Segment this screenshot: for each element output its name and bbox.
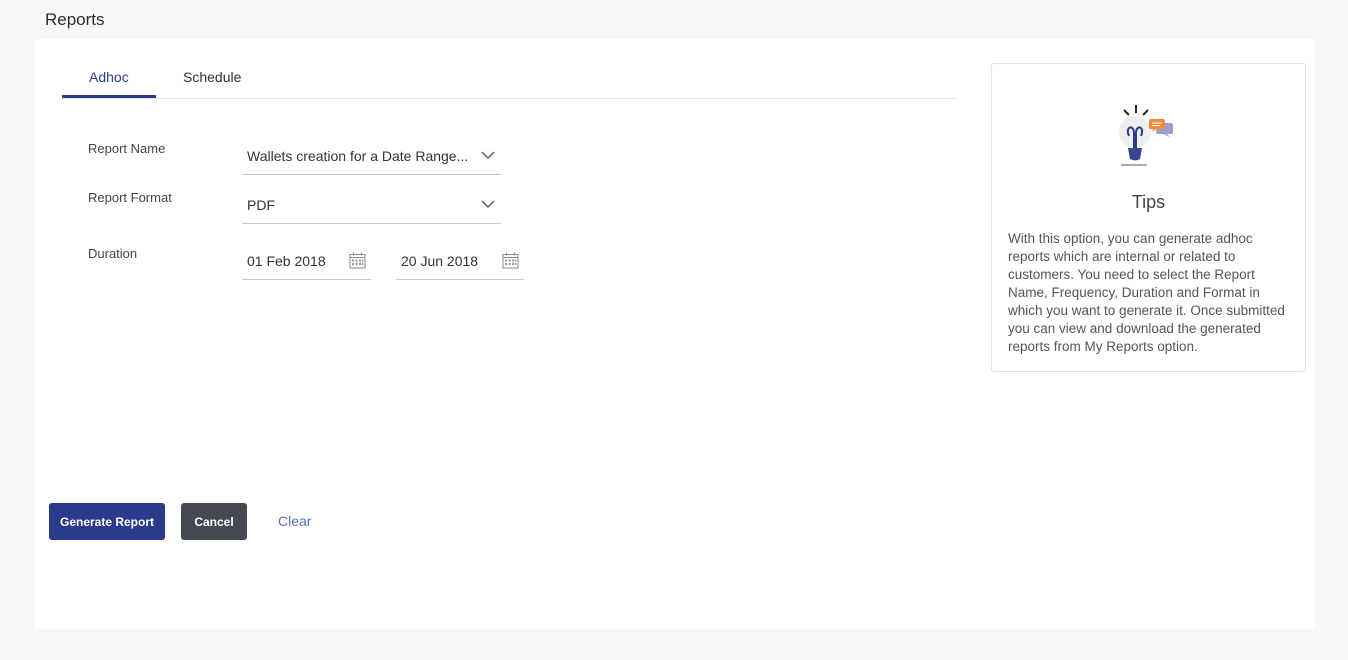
tab-bar: Adhoc Schedule	[62, 61, 957, 99]
tab-adhoc[interactable]: Adhoc	[89, 69, 129, 85]
duration-from-value: 01 Feb 2018	[247, 253, 326, 269]
chat-bubbles-icon	[1149, 119, 1173, 137]
chevron-down-icon	[481, 200, 495, 208]
cancel-button[interactable]: Cancel	[181, 503, 247, 540]
active-tab-indicator	[62, 95, 156, 98]
reports-panel: Adhoc Schedule Report Name Wallets creat…	[35, 39, 1315, 629]
report-format-select[interactable]: PDF	[242, 187, 501, 224]
calendar-icon[interactable]	[349, 252, 366, 269]
tips-title: Tips	[1131, 192, 1166, 212]
clear-link[interactable]: Clear	[278, 513, 311, 529]
duration-label: Duration	[88, 246, 138, 261]
tips-body: With this option, you can generate adhoc…	[1008, 231, 1285, 354]
report-format-value: PDF	[247, 197, 275, 213]
report-name-value: Wallets creation for a Date Range...	[247, 148, 469, 164]
duration-to-value: 20 Jun 2018	[401, 253, 479, 269]
calendar-icon[interactable]	[502, 252, 519, 269]
chevron-down-icon	[481, 151, 495, 159]
lightbulb-icon	[1119, 105, 1173, 166]
page-title: Reports	[45, 10, 105, 29]
report-name-label: Report Name	[88, 141, 166, 156]
tab-schedule[interactable]: Schedule	[183, 69, 241, 85]
duration-to-date[interactable]: 20 Jun 2018	[396, 243, 524, 280]
generate-report-button[interactable]: Generate Report	[49, 503, 165, 540]
duration-from-date[interactable]: 01 Feb 2018	[242, 243, 371, 280]
report-name-select[interactable]: Wallets creation for a Date Range...	[242, 138, 501, 175]
report-format-label: Report Format	[88, 190, 172, 205]
tips-card: Tips With this option, you can generate …	[991, 63, 1306, 372]
